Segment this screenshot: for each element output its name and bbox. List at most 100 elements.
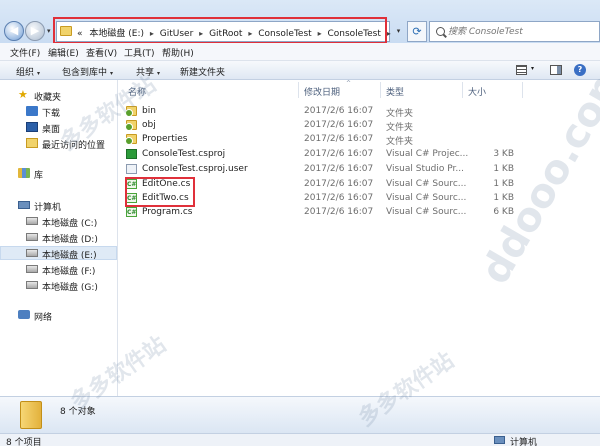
address-bar[interactable]: « 本地磁盘 (E:) ▸ GitUser ▸ GitRoot ▸ Consol… — [56, 21, 391, 42]
column-header-name[interactable]: 名称 — [128, 85, 146, 98]
folder-icon — [20, 401, 42, 429]
breadcrumb-separator-icon[interactable]: ▸ — [387, 29, 391, 38]
help-icon[interactable]: ? — [574, 64, 586, 76]
refresh-button[interactable]: ⟳ — [407, 21, 427, 42]
chevron-down-icon: ▾ — [110, 70, 114, 77]
command-bar: 组织 ▾ 包含到库中 ▾ 共享 ▾ 新建文件夹 ▾ ? — [0, 61, 600, 80]
organize-button[interactable]: 组织 ▾ — [16, 65, 40, 78]
file-name: ConsoleTest.csproj.user — [142, 164, 248, 174]
nav-drive-e[interactable]: 本地磁盘 (E:) — [0, 246, 117, 261]
new-folder-button[interactable]: 新建文件夹 — [180, 65, 225, 78]
nav-drive-d[interactable]: 本地磁盘 (D:) — [0, 230, 117, 245]
file-name: Program.cs — [142, 207, 193, 217]
sort-arrow-icon: ^ — [346, 80, 352, 87]
nav-item-label: 本地磁盘 (C:) — [42, 219, 98, 229]
preview-pane-icon[interactable] — [550, 65, 562, 75]
menu-edit[interactable]: 编辑(E) — [48, 46, 79, 59]
file-row[interactable]: ConsoleTest.csproj 2017/2/6 16:07 Visual… — [122, 147, 592, 161]
file-name: bin — [142, 106, 156, 116]
menu-help[interactable]: 帮助(H) — [162, 46, 194, 59]
menu-file[interactable]: 文件(F) — [10, 46, 40, 59]
file-date: 2017/2/6 16:07 — [304, 120, 374, 130]
search-icon — [436, 27, 445, 36]
chevron-down-icon: ▾ — [37, 70, 41, 77]
nav-favorites-label: 收藏夹 — [34, 93, 62, 103]
refresh-icon: ⟳ — [412, 25, 422, 38]
file-type: Visual Studio Pr... — [386, 164, 464, 174]
breadcrumb-item[interactable]: ConsoleTest — [258, 29, 311, 39]
column-divider[interactable] — [298, 82, 299, 98]
nav-drive-f[interactable]: 本地磁盘 (F:) — [0, 262, 117, 277]
column-header-type[interactable]: 类型 — [386, 85, 404, 98]
nav-network-label: 网络 — [34, 313, 53, 323]
breadcrumb-separator-icon[interactable]: ▸ — [248, 29, 252, 38]
share-button[interactable]: 共享 ▾ — [136, 65, 160, 78]
network-icon — [18, 310, 30, 319]
nav-computer-label: 计算机 — [34, 203, 62, 213]
breadcrumb-item[interactable]: GitRoot — [209, 29, 242, 39]
cs-file-icon — [126, 193, 137, 203]
recent-pages-dropdown[interactable]: ▾ — [47, 27, 51, 35]
file-row[interactable]: bin 2017/2/6 16:07 文件夹 — [122, 104, 592, 119]
column-divider[interactable] — [522, 82, 523, 98]
chevron-down-icon: ▾ — [157, 70, 161, 77]
menu-tools[interactable]: 工具(T) — [124, 46, 155, 59]
desktop-icon — [26, 122, 38, 132]
nav-libraries[interactable]: 库 — [0, 166, 117, 181]
nav-libraries-label: 库 — [34, 171, 44, 181]
chevron-down-icon[interactable]: ▾ — [531, 65, 534, 72]
file-name: EditOne.cs — [142, 179, 191, 189]
change-view-icon[interactable] — [516, 65, 527, 75]
breadcrumb-separator-icon[interactable]: ▸ — [199, 29, 203, 38]
drive-icon — [26, 265, 38, 273]
nav-computer[interactable]: 计算机 — [0, 198, 117, 213]
address-dropdown-button[interactable]: ▾ — [392, 21, 405, 42]
nav-network[interactable]: 网络 — [0, 308, 117, 323]
nav-drive-g[interactable]: 本地磁盘 (G:) — [0, 278, 117, 293]
breadcrumb-item[interactable]: 本地磁盘 (E:) — [89, 29, 144, 39]
nav-item-downloads[interactable]: 下载 — [0, 104, 117, 119]
details-object-count: 8 个对象 — [60, 407, 96, 417]
breadcrumb-item[interactable]: ConsoleTest — [327, 29, 380, 39]
column-header-date[interactable]: 修改日期 — [304, 85, 340, 98]
drive-icon — [26, 233, 38, 241]
file-date: 2017/2/6 16:07 — [304, 193, 374, 203]
forward-button[interactable]: ▶ — [25, 21, 45, 41]
status-bar: 8 个项目 计算机 — [0, 433, 600, 446]
column-divider[interactable] — [380, 82, 381, 98]
file-row[interactable]: Program.cs 2017/2/6 16:07 Visual C# Sour… — [122, 205, 592, 219]
breadcrumb-separator-icon[interactable]: ▸ — [318, 29, 322, 38]
breadcrumb-separator-icon[interactable]: ▸ — [150, 29, 154, 38]
status-item-count: 8 个项目 — [6, 438, 42, 446]
nav-item-recent-places[interactable]: 最近访问的位置 — [0, 136, 117, 151]
nav-drive-c[interactable]: 本地磁盘 (C:) — [0, 214, 117, 229]
file-size: 1 KB — [493, 164, 514, 174]
folder-icon — [125, 120, 137, 131]
breadcrumb: « 本地磁盘 (E:) ▸ GitUser ▸ GitRoot ▸ Consol… — [77, 26, 394, 39]
menu-view[interactable]: 查看(V) — [86, 46, 117, 59]
include-in-library-label: 包含到库中 — [62, 68, 108, 78]
drive-icon — [26, 281, 38, 289]
nav-favorites[interactable]: ★ 收藏夹 — [0, 88, 117, 103]
column-divider[interactable] — [462, 82, 463, 98]
library-icon — [18, 168, 30, 178]
file-date: 2017/2/6 16:07 — [304, 207, 374, 217]
file-row[interactable]: EditTwo.cs 2017/2/6 16:07 Visual C# Sour… — [122, 191, 592, 205]
folder-icon — [60, 26, 72, 36]
breadcrumb-history-icon[interactable]: « — [77, 29, 83, 39]
breadcrumb-item[interactable]: GitUser — [160, 29, 194, 39]
file-row[interactable]: ConsoleTest.csproj.user 2017/2/6 16:07 V… — [122, 162, 592, 176]
file-list: ^ 名称 修改日期 类型 大小 bin 2017/2/6 16:07 文件夹 o… — [118, 80, 600, 396]
nav-item-label: 本地磁盘 (F:) — [42, 267, 96, 277]
file-row[interactable]: EditOne.cs 2017/2/6 16:07 Visual C# Sour… — [122, 177, 592, 191]
nav-item-desktop[interactable]: 桌面 — [0, 120, 117, 135]
file-type: Visual C# Sourc... — [386, 207, 467, 217]
cs-file-icon — [126, 207, 137, 217]
column-header-size[interactable]: 大小 — [468, 85, 486, 98]
file-name: obj — [142, 120, 156, 130]
back-button[interactable]: ◀ — [4, 21, 24, 41]
file-row[interactable]: Properties 2017/2/6 16:07 文件夹 — [122, 132, 592, 147]
search-input[interactable] — [448, 22, 598, 41]
file-row[interactable]: obj 2017/2/6 16:07 文件夹 — [122, 118, 592, 133]
include-in-library-button[interactable]: 包含到库中 ▾ — [62, 65, 113, 78]
